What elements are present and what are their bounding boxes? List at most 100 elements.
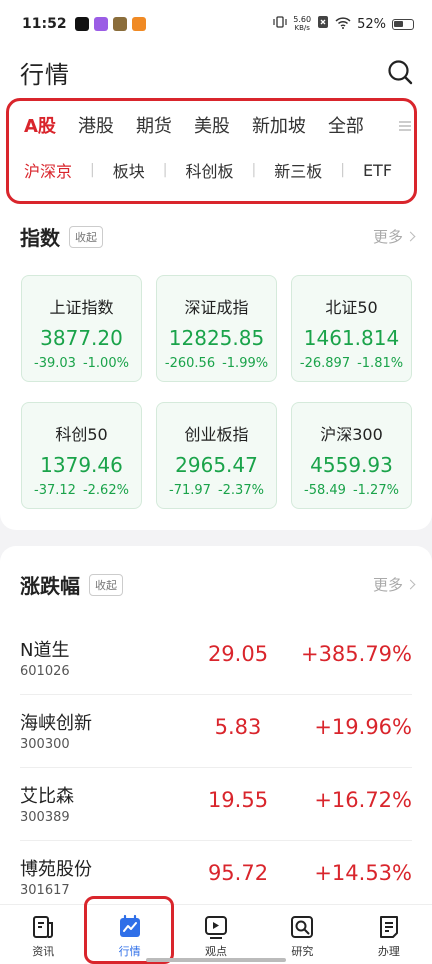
index-value: 2965.47 [175, 453, 258, 477]
nav-item-handle[interactable]: 办理 [346, 905, 432, 964]
index-tile-chinext[interactable]: 创业板指 2965.47 -71.97 -2.37% [156, 402, 277, 509]
index-change-points: -71.97 [169, 483, 211, 498]
nav-item-research[interactable]: 研究 [259, 905, 345, 964]
index-value: 1461.814 [303, 326, 400, 350]
net-speed: 5.60 KB/s [293, 15, 312, 33]
table-row[interactable]: 艾比森 300389 19.55 +16.72% [20, 768, 412, 841]
stock-price: 5.83 [214, 715, 262, 739]
subtab-separator: | [90, 162, 95, 178]
stock-change-pct: +14.53% [314, 861, 412, 885]
status-bar: 11:52 5.60 KB/s 52% [0, 0, 432, 48]
index-tile-sse[interactable]: 上证指数 3877.20 -39.03 -1.00% [21, 275, 142, 382]
index-tile-bse50[interactable]: 北证50 1461.814 -26.897 -1.81% [291, 275, 412, 382]
tab-singapore[interactable]: 新加坡 [252, 112, 306, 138]
movers-section-title: 涨跌幅 [20, 574, 80, 598]
nav-label: 办理 [377, 945, 400, 958]
tiktok-app-icon [74, 17, 89, 31]
index-name: 深证成指 [184, 298, 249, 317]
subtab-star-market[interactable]: 科创板 [185, 158, 233, 182]
status-indicators: 5.60 KB/s 52% [273, 15, 414, 33]
table-row[interactable]: N道生 601026 29.05 +385.79% [20, 622, 412, 695]
subtab-sectors[interactable]: 板块 [113, 158, 145, 182]
nav-label: 观点 [205, 945, 228, 958]
chevron-right-icon [405, 579, 416, 590]
index-tile-szse[interactable]: 深证成指 12825.85 -260.56 -1.99% [156, 275, 277, 382]
index-change-pct: -1.00% [82, 356, 129, 371]
nav-item-news[interactable]: 资讯 [0, 905, 86, 964]
index-name: 沪深300 [320, 425, 383, 444]
research-search-icon [289, 914, 315, 940]
net-speed-unit: KB/s [294, 24, 310, 32]
orange-app-icon [131, 17, 146, 31]
index-tile-star50[interactable]: 科创50 1379.46 -37.12 -2.62% [21, 402, 142, 509]
index-value: 4559.93 [310, 453, 393, 477]
more-label: 更多 [372, 576, 403, 594]
wifi-icon [335, 16, 351, 33]
index-value: 12825.85 [168, 326, 265, 350]
market-tabs: A股 港股 期货 美股 新加坡 全部 [24, 110, 386, 140]
chevron-right-icon [405, 231, 416, 242]
index-card: 指数 收起 更多 上证指数 3877.20 -39.03 -1.00% 深证成指 … [0, 208, 432, 530]
index-section-header: 指数 收起 [20, 222, 103, 251]
nav-label: 资讯 [32, 945, 55, 958]
stock-price: 29.05 [207, 642, 269, 666]
more-label: 更多 [372, 228, 403, 246]
battery-percent: 52% [357, 16, 386, 32]
stock-change-pct: +385.79% [300, 642, 412, 666]
document-list-icon [376, 914, 402, 940]
table-row[interactable]: 海峡创新 300300 5.83 +19.96% [20, 695, 412, 768]
index-change: -26.897 -1.81% [292, 356, 411, 371]
subtab-shanghai-shenzhen-beijing[interactable]: 沪深京 [24, 158, 72, 182]
stock-code: 301617 [20, 883, 70, 898]
index-change-pct: -2.37% [217, 483, 264, 498]
index-change-pct: -1.81% [357, 356, 404, 371]
index-change-points: -39.03 [34, 356, 76, 371]
nav-item-opinions[interactable]: 观点 [173, 905, 259, 964]
index-collapse-button[interactable]: 收起 [69, 225, 103, 248]
stock-price: 95.72 [207, 861, 269, 885]
index-value: 1379.46 [40, 453, 123, 477]
brown-app-icon [112, 17, 127, 31]
movers-collapse-button[interactable]: 收起 [89, 573, 123, 596]
sim-x-icon [317, 15, 329, 33]
movers-section-header: 涨跌幅 收起 [20, 570, 123, 599]
subtab-separator: | [340, 162, 345, 178]
tab-us-stocks[interactable]: 美股 [194, 112, 230, 138]
index-change-points: -260.56 [164, 356, 216, 371]
vibrate-icon [273, 15, 287, 33]
purple-app-icon [93, 17, 108, 31]
video-play-icon [203, 914, 229, 940]
stock-name: 博苑股份 [20, 859, 92, 880]
index-tile-csi300[interactable]: 沪深300 4559.93 -58.49 -1.27% [291, 402, 412, 509]
index-change-points: -37.12 [34, 483, 76, 498]
net-speed-value: 5.60 [293, 15, 312, 24]
subtab-separator: | [251, 162, 257, 178]
status-time: 11:52 [22, 16, 67, 32]
tab-a-shares[interactable]: A股 [24, 112, 56, 138]
index-more-link[interactable]: 更多 [372, 226, 416, 247]
subtab-etf[interactable]: ETF [363, 161, 392, 180]
subtab-neeq[interactable]: 新三板 [274, 158, 322, 182]
search-icon[interactable] [386, 58, 414, 86]
index-change: -260.56 -1.99% [157, 356, 276, 371]
nav-label: 研究 [291, 945, 314, 958]
home-indicator[interactable] [146, 958, 286, 962]
stock-change-pct: +16.72% [314, 788, 412, 812]
stock-code: 601026 [20, 664, 70, 679]
index-section-title: 指数 [20, 226, 60, 250]
tab-all[interactable]: 全部 [328, 112, 364, 138]
tabs-menu-icon[interactable] [398, 118, 412, 132]
index-grid: 上证指数 3877.20 -39.03 -1.00% 深证成指 12825.85 … [21, 275, 412, 509]
index-change: -71.97 -2.37% [157, 483, 276, 498]
stock-change-pct: +19.96% [314, 715, 412, 739]
page-header: 行情 [0, 48, 432, 96]
movers-list: N道生 601026 29.05 +385.79% 海峡创新 300300 5.… [20, 622, 412, 914]
tab-futures[interactable]: 期货 [136, 112, 172, 138]
tab-hk-stocks[interactable]: 港股 [78, 112, 114, 138]
index-change: -37.12 -2.62% [22, 483, 141, 498]
index-name: 创业板指 [184, 425, 249, 444]
index-value: 3877.20 [40, 326, 123, 350]
nav-highlight-frame [84, 896, 174, 964]
page-title: 行情 [20, 60, 70, 89]
movers-more-link[interactable]: 更多 [372, 574, 416, 595]
